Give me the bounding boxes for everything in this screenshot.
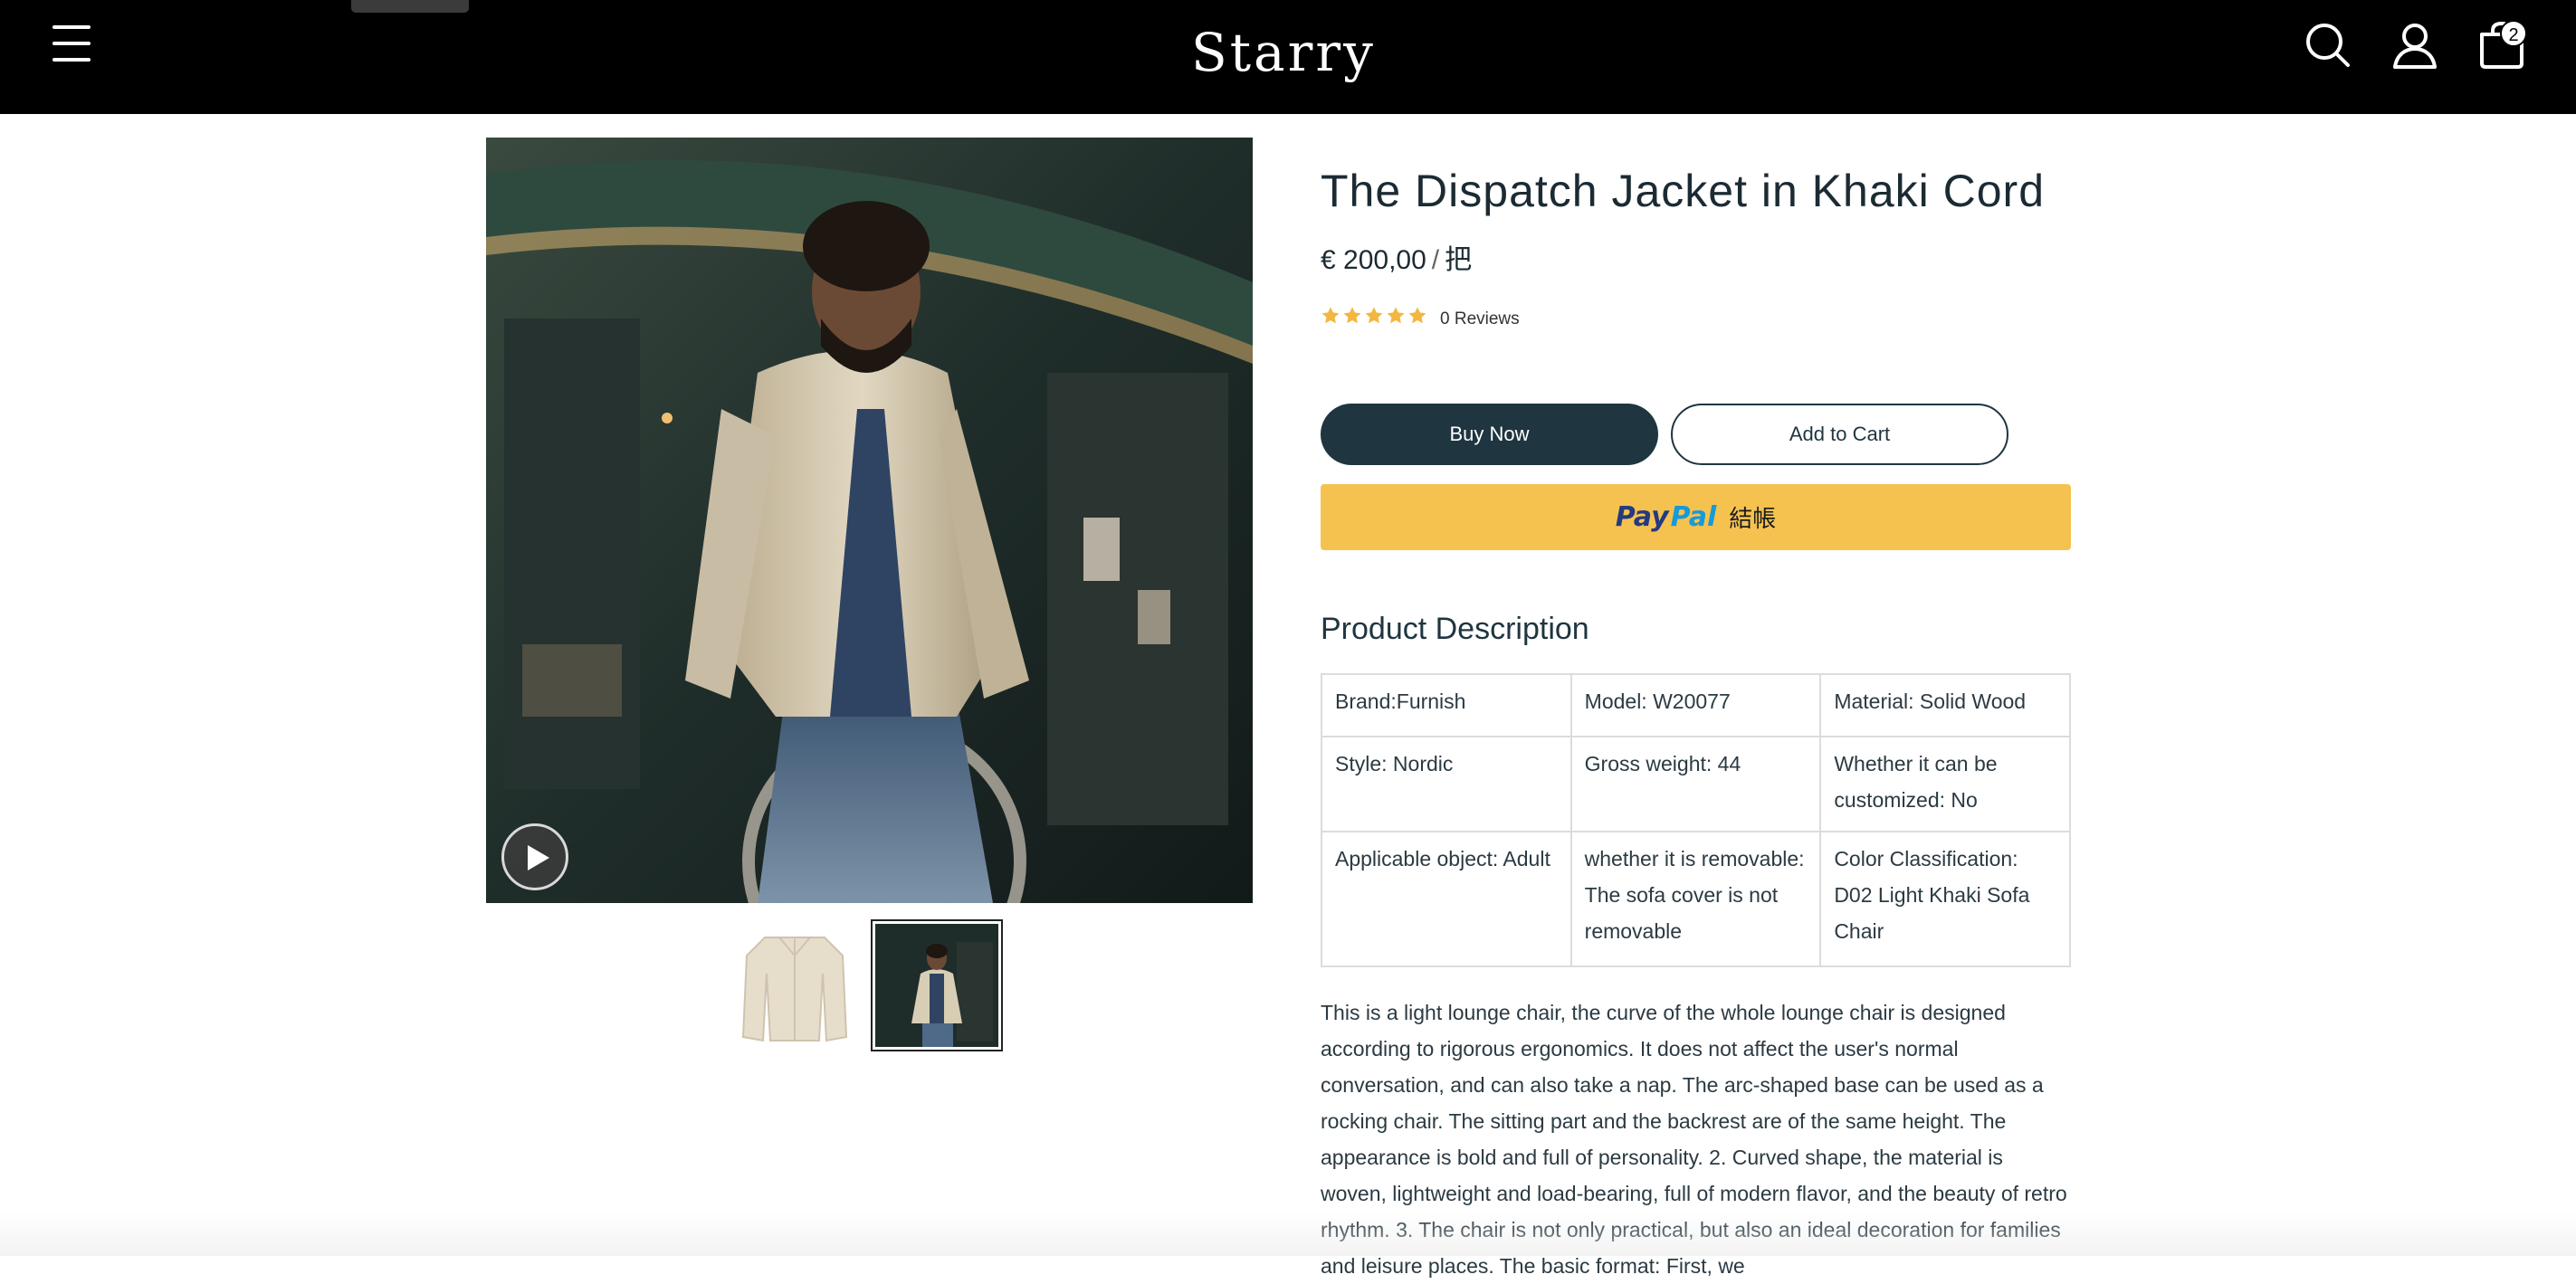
- star-rating[interactable]: [1321, 306, 1427, 326]
- model-wearing-jacket-thumbnail[interactable]: [871, 919, 1003, 1051]
- main-product-image[interactable]: [486, 138, 1253, 903]
- spec-cell: Material: Solid Wood: [1819, 673, 2071, 737]
- spec-cell: whether it is removable: The sofa cover …: [1569, 831, 1822, 967]
- product-title: The Dispatch Jacket in Khaki Cord: [1321, 166, 2046, 216]
- shopping-bag-icon[interactable]: 2: [2475, 18, 2529, 72]
- search-icon[interactable]: [2301, 18, 2355, 72]
- product-price: € 200,00/把: [1321, 237, 1472, 277]
- hamburger-menu-icon[interactable]: [49, 22, 94, 67]
- paypal-logo-pay: Pay: [1615, 501, 1669, 533]
- table-row: Style: Nordic Gross weight: 44 Whether i…: [1321, 736, 2071, 832]
- man-in-khaki-cord-jacket-photo: [486, 138, 1253, 903]
- paypal-logo-pal: Pal: [1670, 501, 1717, 533]
- specifications-table: Brand:Furnish Model: W20077 Material: So…: [1321, 673, 2071, 967]
- play-video-button[interactable]: [501, 823, 568, 890]
- star-icon: [1321, 307, 1340, 324]
- top-navigation-bar: Starry 2: [0, 0, 2576, 114]
- product-description-heading: Product Description: [1321, 612, 1589, 646]
- spec-cell: Whether it can be customized: No: [1819, 736, 2071, 832]
- star-icon: [1365, 307, 1383, 324]
- buy-now-button[interactable]: Buy Now: [1321, 404, 1658, 465]
- table-row: Applicable object: Adult whether it is r…: [1321, 831, 2071, 967]
- reviews-link[interactable]: 0 Reviews: [1440, 309, 1520, 329]
- spec-cell: Brand:Furnish: [1321, 673, 1572, 737]
- paypal-checkout-label: 結帳: [1729, 505, 1777, 532]
- table-row: Brand:Furnish Model: W20077 Material: So…: [1321, 673, 2071, 737]
- play-icon: [528, 845, 549, 870]
- cart-count-badge: 2: [2500, 20, 2527, 47]
- spec-cell: Model: W20077: [1569, 673, 1822, 737]
- star-icon: [1387, 307, 1405, 324]
- user-icon[interactable]: [2388, 18, 2442, 72]
- tooltip-stub: [351, 0, 469, 13]
- spec-cell: Gross weight: 44: [1569, 736, 1822, 832]
- product-description-text: This is a light lounge chair, the curve …: [1321, 1001, 2067, 1278]
- spec-cell: Style: Nordic: [1321, 736, 1572, 832]
- add-to-cart-button[interactable]: Add to Cart: [1671, 404, 2008, 465]
- store-logo[interactable]: Starry: [1191, 16, 1373, 89]
- star-icon: [1343, 307, 1361, 324]
- paypal-checkout-button[interactable]: Pay Pal 結帳: [1321, 484, 2071, 550]
- star-icon: [1408, 307, 1426, 324]
- khaki-jacket-flat-thumbnail[interactable]: [729, 919, 861, 1051]
- price-amount: € 200,00: [1321, 245, 1426, 275]
- bottom-scroll-shadow: [0, 1213, 2576, 1256]
- price-unit: 把: [1445, 245, 1473, 275]
- spec-cell: Applicable object: Adult: [1321, 831, 1572, 967]
- price-separator: /: [1431, 245, 1440, 275]
- spec-cell: Color Classification: D02 Light Khaki So…: [1819, 831, 2071, 967]
